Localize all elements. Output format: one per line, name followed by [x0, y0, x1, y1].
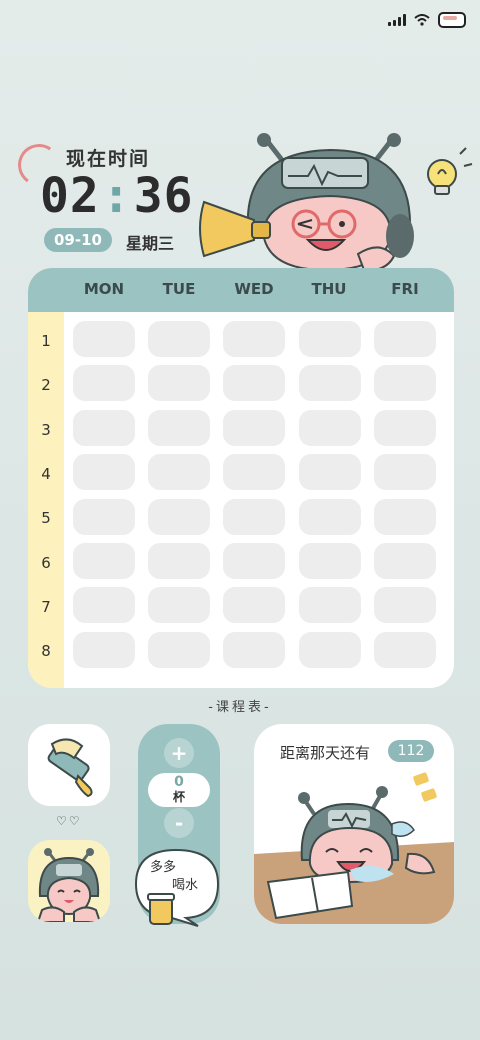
cup-count: 0 [174, 774, 184, 790]
battery-icon [438, 12, 466, 28]
day-header-fri: FRI [391, 280, 419, 298]
period-number: 5 [41, 509, 51, 527]
day-header-wed: WED [234, 280, 274, 298]
timetable-cell[interactable] [73, 409, 135, 446]
clock-minutes: 36 [133, 168, 194, 224]
bubble-line-2: 喝水 [172, 878, 199, 893]
timetable-cell[interactable] [373, 409, 436, 446]
paint-brush-icon [47, 738, 93, 798]
period-number: 8 [41, 642, 51, 660]
timetable-cell[interactable] [73, 543, 135, 579]
timetable-cell[interactable] [223, 409, 286, 446]
timetable-cell[interactable] [73, 454, 135, 491]
timetable-card: MON TUE WED THU FRI 1 2 3 4 5 6 7 8 [28, 268, 454, 688]
timetable-caption: -课程表- [208, 700, 272, 715]
timetable-cell[interactable] [373, 498, 436, 535]
paint-brush-widget[interactable] [28, 724, 110, 806]
mascot-megaphone-illustration [199, 133, 473, 272]
cup-unit: 杯 [172, 790, 185, 804]
clock-time: 02 : 36 [40, 168, 194, 224]
period-column: 1 2 3 4 5 6 7 8 [28, 312, 64, 688]
timetable-cell[interactable] [223, 498, 286, 535]
period-number: 7 [41, 598, 51, 616]
period-number: 1 [41, 332, 51, 350]
weekday-label: 星期三 [126, 234, 175, 253]
clock-separator: : [101, 168, 132, 224]
mascot-mini-widget[interactable] [28, 840, 110, 922]
timetable-cell[interactable] [373, 587, 436, 624]
timetable-cell[interactable] [73, 365, 135, 402]
timetable-header: MON TUE WED THU FRI [28, 268, 454, 312]
timetable-cell[interactable] [298, 454, 361, 491]
timetable-cell[interactable] [148, 365, 211, 402]
timetable-cell[interactable] [148, 321, 211, 357]
day-header-mon: MON [83, 280, 125, 298]
timetable-cell[interactable] [148, 498, 211, 535]
signal-icon [388, 14, 406, 26]
clock-label: 现在时间 [66, 148, 151, 170]
timetable-cell[interactable] [73, 321, 135, 357]
timetable-cell[interactable] [298, 631, 361, 668]
timetable-cell[interactable] [223, 587, 286, 624]
timetable-cell[interactable] [373, 321, 436, 357]
decrement-button[interactable]: - [164, 808, 194, 838]
timetable-cell[interactable] [223, 543, 286, 579]
timetable-cell[interactable] [148, 587, 211, 624]
timetable-cell[interactable] [373, 543, 436, 579]
timetable-cell[interactable] [223, 365, 286, 402]
timetable-cell[interactable] [148, 631, 211, 668]
timetable-cell[interactable] [298, 587, 361, 624]
timetable-cell[interactable] [223, 631, 286, 668]
status-bar [388, 12, 466, 28]
timetable-cell[interactable] [298, 543, 361, 579]
timetable-cell[interactable] [148, 454, 211, 491]
timetable-cell[interactable] [298, 409, 361, 446]
timetable-cell[interactable] [223, 454, 286, 491]
timetable-cell[interactable] [298, 498, 361, 535]
day-header-thu: THU [311, 280, 347, 298]
timetable-cell[interactable] [298, 365, 361, 402]
hearts-decoration: ♡♡ [56, 814, 82, 828]
mascot-sleepy-illustration [36, 848, 102, 922]
wifi-icon [414, 14, 430, 26]
day-header-tue: TUE [162, 280, 196, 298]
bubble-line-1: 多多 [150, 860, 177, 875]
increment-button[interactable]: + [164, 738, 194, 768]
timetable-cell[interactable] [73, 587, 135, 624]
timetable-cell[interactable] [73, 498, 135, 535]
timetable-cell[interactable] [223, 321, 286, 357]
period-number: 2 [41, 376, 51, 394]
clock-hours: 02 [40, 168, 100, 224]
drink-water-bubble: 多多 喝水 [132, 846, 222, 928]
timetable-cell[interactable] [373, 365, 436, 402]
mascot-crying-illustration [254, 772, 454, 924]
date-badge: 09-10 [44, 228, 112, 252]
cup-count-display: 0 杯 [148, 773, 210, 807]
timetable-cell[interactable] [148, 409, 211, 446]
period-number: 4 [41, 465, 51, 483]
period-number: 6 [41, 554, 51, 572]
timetable-cell[interactable] [373, 454, 436, 491]
timetable-cell[interactable] [148, 543, 211, 579]
period-number: 3 [41, 421, 51, 439]
timetable-cell[interactable] [373, 631, 436, 668]
timetable-cell[interactable] [73, 631, 135, 668]
countdown-widget[interactable]: 距离那天还有 112 [254, 724, 454, 924]
timetable-cell[interactable] [298, 321, 361, 357]
